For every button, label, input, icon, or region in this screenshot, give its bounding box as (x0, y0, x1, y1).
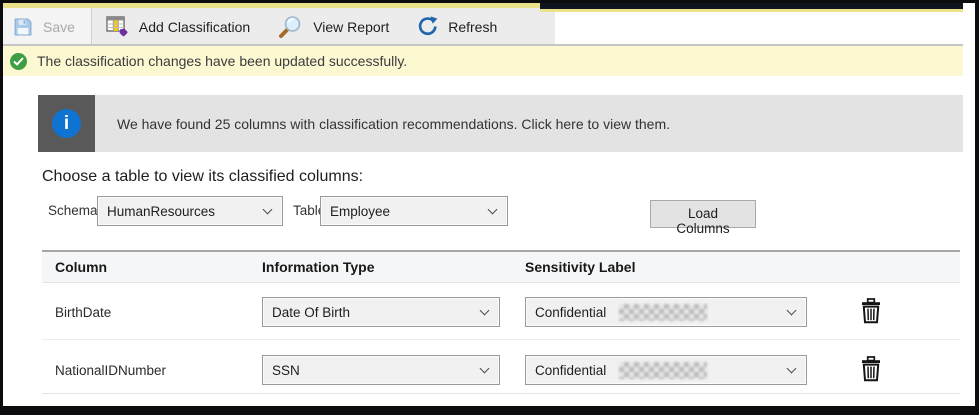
trash-icon (860, 356, 882, 385)
save-button-label: Save (43, 19, 75, 35)
add-classification-icon (106, 16, 129, 37)
header-information-type: Information Type (262, 259, 375, 275)
table-row-divider (42, 339, 960, 340)
frame-border-bottom (0, 406, 979, 415)
refresh-icon (417, 16, 438, 37)
table-header-row (42, 252, 960, 282)
chevron-down-icon (480, 306, 490, 316)
save-button[interactable]: Save (3, 8, 91, 45)
redacted-text (619, 362, 707, 379)
column-name: NationalIDNumber (55, 363, 166, 378)
title-bar-redaction-underline (540, 9, 963, 12)
frame-border-left (0, 0, 3, 415)
view-report-label: View Report (313, 19, 389, 35)
recommendations-message: We have found 25 columns with classifica… (117, 116, 670, 132)
column-name: BirthDate (55, 305, 111, 320)
sensitivity-label-value: Confidential (535, 305, 606, 320)
information-type-value: Date Of Birth (272, 305, 350, 320)
chevron-down-icon (263, 205, 273, 215)
info-icon: i (52, 109, 81, 138)
status-message: The classification changes have been upd… (37, 53, 407, 69)
schema-dropdown[interactable]: HumanResources (97, 196, 283, 226)
delete-row-button[interactable] (858, 356, 884, 384)
chevron-down-icon (480, 364, 490, 374)
information-type-dropdown[interactable]: Date Of Birth (262, 297, 500, 327)
schema-label: Schema (48, 203, 98, 218)
refresh-label: Refresh (448, 19, 497, 35)
choose-table-heading: Choose a table to view its classified co… (42, 168, 363, 186)
sensitivity-label-value: Confidential (535, 363, 606, 378)
add-classification-button[interactable]: Add Classification (92, 8, 264, 45)
schema-value: HumanResources (107, 204, 215, 219)
redacted-text (619, 304, 707, 321)
header-column: Column (55, 259, 107, 275)
table-value: Employee (330, 204, 390, 219)
table-header-divider (42, 282, 960, 283)
chevron-down-icon (488, 205, 498, 215)
frame-border-right (975, 0, 979, 415)
toolbar: Save Add Classification (3, 8, 555, 45)
chevron-down-icon (787, 364, 797, 374)
view-report-button[interactable]: View Report (264, 8, 403, 45)
trash-icon (860, 298, 882, 327)
chevron-down-icon (787, 306, 797, 316)
recommendations-banner[interactable]: We have found 25 columns with classifica… (95, 95, 963, 152)
view-report-magnifier-icon (278, 15, 303, 39)
add-classification-label: Add Classification (139, 19, 250, 35)
information-type-value: SSN (272, 363, 300, 378)
sensitivity-label-dropdown[interactable]: Confidential (525, 355, 807, 385)
information-type-dropdown[interactable]: SSN (262, 355, 500, 385)
table-bottom-border (42, 393, 960, 394)
frame-border-top (0, 0, 979, 3)
save-icon (13, 17, 33, 37)
data-classification-pane: Save Add Classification (0, 0, 979, 415)
delete-row-button[interactable] (858, 298, 884, 326)
header-sensitivity-label: Sensitivity Label (525, 259, 635, 275)
load-columns-button[interactable]: Load Columns (650, 200, 756, 228)
info-icon-tile: i (38, 95, 95, 152)
success-check-icon (10, 53, 27, 70)
sensitivity-label-dropdown[interactable]: Confidential (525, 297, 807, 327)
refresh-button[interactable]: Refresh (403, 8, 511, 45)
status-bar: The classification changes have been upd… (3, 46, 963, 76)
table-dropdown[interactable]: Employee (320, 196, 508, 226)
